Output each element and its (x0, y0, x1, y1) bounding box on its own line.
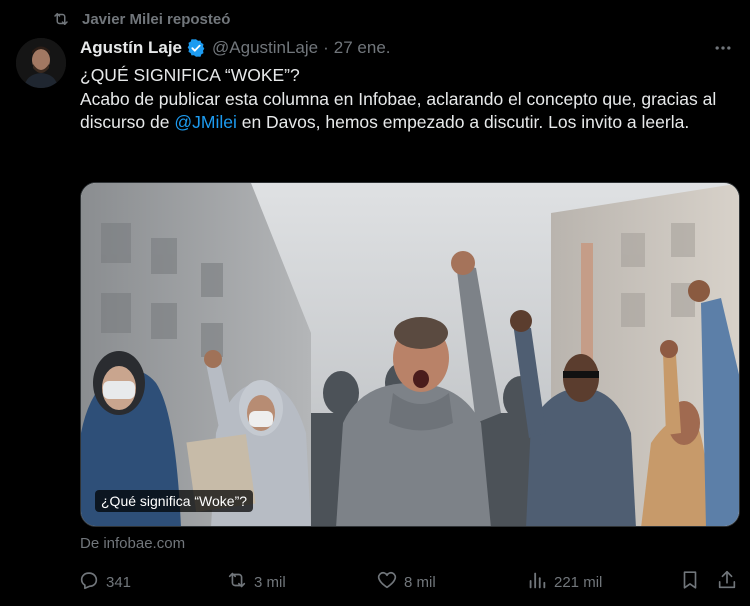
date-separator: · (323, 38, 329, 57)
mention-link[interactable]: @JMilei (174, 112, 237, 132)
tweet-text: ¿QUÉ SIGNIFICA “WOKE”? Acabo de publicar… (80, 64, 730, 135)
repost-text: Javier Milei reposteó (82, 10, 231, 28)
views-icon (526, 569, 548, 595)
reply-count: 341 (106, 573, 132, 591)
repost-action-icon (226, 569, 248, 595)
tweet-headline: ¿QUÉ SIGNIFICA “WOKE”? (80, 65, 300, 85)
like-count: 8 mil (404, 573, 436, 591)
bookmark-icon (679, 569, 701, 595)
tweet-date[interactable]: 27 ene. (334, 38, 391, 58)
tweet-header: Agustín Laje @AgustinLaje · 27 ene. (80, 36, 391, 60)
tweet-body-part2: en Davos, hemos empezado a discutir. Los… (236, 112, 690, 132)
card-source[interactable]: De infobae.com (80, 535, 185, 552)
views-count: 221 mil (554, 573, 603, 591)
action-bar: 341 3 mil 8 mil 221 mil (78, 569, 740, 595)
more-icon[interactable] (710, 36, 736, 60)
verified-badge-icon[interactable] (186, 38, 206, 58)
avatar[interactable] (16, 38, 66, 88)
reply-icon (78, 569, 100, 595)
tweet-body: Acabo de publicar esta columna en Infoba… (80, 88, 730, 135)
author-handle[interactable]: @AgustinLaje (212, 38, 318, 58)
repost-button[interactable]: 3 mil (226, 569, 286, 595)
like-button[interactable]: 8 mil (376, 569, 436, 595)
share-icon (716, 569, 738, 595)
like-icon (376, 569, 398, 595)
protest-photo (81, 183, 739, 526)
share-button[interactable] (716, 569, 738, 595)
link-card-image[interactable]: ¿Qué significa “Woke”? (80, 182, 740, 527)
views-button[interactable]: 221 mil (526, 569, 602, 595)
author-name[interactable]: Agustín Laje (80, 38, 182, 58)
repost-count: 3 mil (254, 573, 286, 591)
card-caption: ¿Qué significa “Woke”? (95, 490, 254, 512)
repost-icon (50, 8, 72, 30)
repost-context[interactable]: Javier Milei reposteó (50, 8, 230, 30)
reply-button[interactable]: 341 (78, 569, 131, 595)
bookmark-button[interactable] (679, 569, 701, 595)
